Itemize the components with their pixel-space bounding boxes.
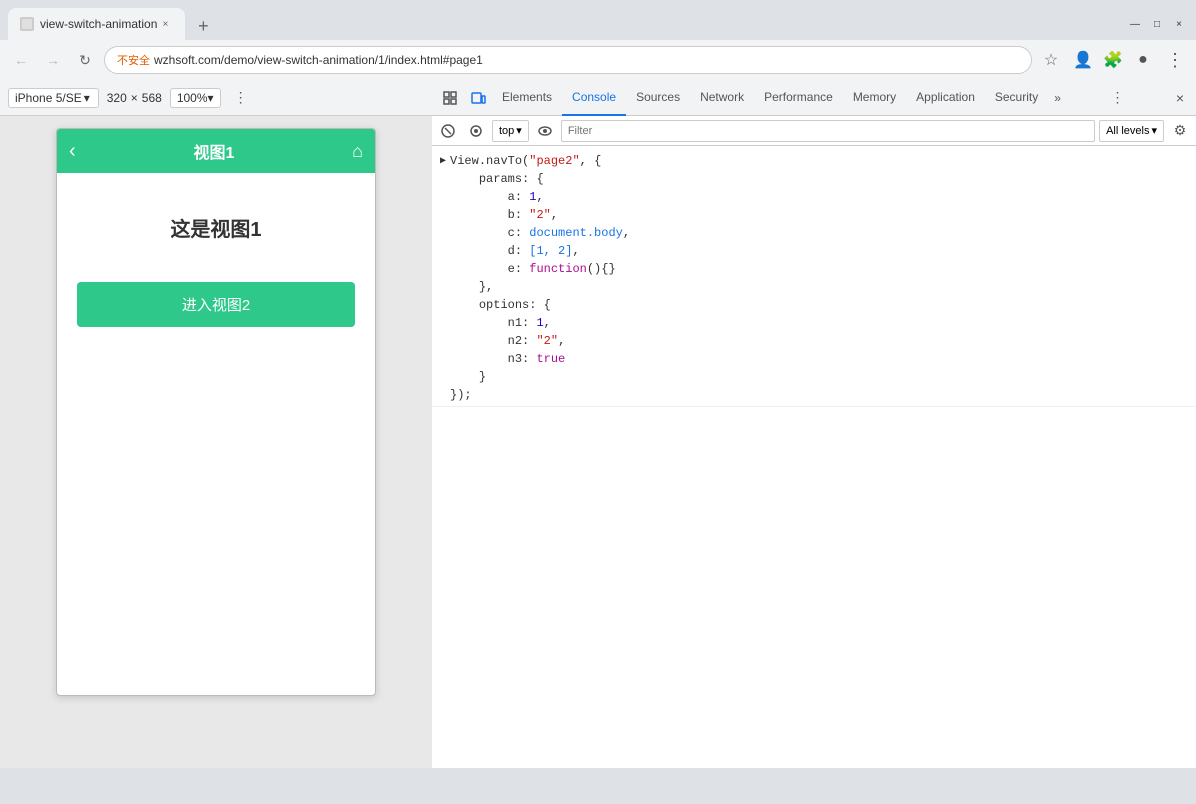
inspect-element-button[interactable] [436,84,464,112]
phone-view-label: 这是视图1 [77,213,355,242]
console-clear-button[interactable] [436,119,460,143]
console-settings-button[interactable]: ⚙ [1168,119,1192,143]
console-output: ▶ View.navTo("page2", { params: { a: 1, … [432,146,1196,768]
device-selector[interactable]: iPhone 5/SE ▾ [8,88,99,108]
devtools-menu-button[interactable]: ⋮ [1105,86,1129,110]
browser-tab[interactable]: view-switch-animation × [8,8,185,40]
devtools-close-button[interactable]: × [1168,86,1192,110]
main-layout: iPhone 5/SE ▾ 320 × 568 100% ▾ ⋮ ‹ 视图1 ⌂ [0,80,1196,768]
address-actions: 👤 🧩 ● [1070,47,1156,73]
console-filter-input[interactable] [561,120,1095,142]
phone-content: 这是视图1 进入视图2 [57,173,375,347]
tab-bar: view-switch-animation × + [8,8,1118,40]
maximize-button[interactable]: □ [1148,15,1166,33]
device-mode-button[interactable] [464,84,492,112]
dimension-x: × [131,91,138,105]
context-selector[interactable]: top ▾ [492,120,529,142]
devtools-panel: Elements Console Sources Network Perform… [432,80,1196,768]
phone-navbar: ‹ 视图1 ⌂ [57,129,375,173]
zoom-chevron-icon: ▾ [208,91,214,105]
preview-panel: iPhone 5/SE ▾ 320 × 568 100% ▾ ⋮ ‹ 视图1 ⌂ [0,80,432,768]
title-bar: view-switch-animation × + — □ × [0,0,1196,40]
context-value: top [499,125,514,137]
close-window-button[interactable]: × [1170,15,1188,33]
console-log-entry: ▶ View.navTo("page2", { params: { a: 1, … [432,150,1196,407]
user-profile-button[interactable]: 👤 [1070,47,1096,73]
height-value: 568 [142,91,162,105]
devtools-tab-bar: Elements Console Sources Network Perform… [432,80,1196,116]
tab-title: view-switch-animation [40,17,157,31]
phone-home-icon[interactable]: ⌂ [352,141,363,162]
eye-filter-button[interactable] [533,119,557,143]
tab-performance[interactable]: Performance [754,80,843,116]
device-name: iPhone 5/SE [15,91,82,105]
phone-view-title: 视图1 [76,139,352,163]
tab-memory[interactable]: Memory [843,80,906,116]
profile-circle-button[interactable]: ● [1130,47,1156,73]
tab-sources[interactable]: Sources [626,80,690,116]
refresh-button[interactable]: ↻ [72,47,98,73]
expand-arrow-icon[interactable]: ▶ [440,154,446,169]
log-level-value: All levels [1106,125,1149,137]
device-toolbar: iPhone 5/SE ▾ 320 × 568 100% ▾ ⋮ [0,80,432,116]
tab-application[interactable]: Application [906,80,985,116]
phone-nav-button[interactable]: 进入视图2 [77,282,355,327]
window-controls: — □ × [1126,15,1188,33]
width-value: 320 [107,91,127,105]
more-tabs-button[interactable]: » [1048,85,1067,111]
context-chevron-icon: ▾ [516,124,522,137]
tab-close-button[interactable]: × [157,16,173,32]
console-toolbar: top ▾ All levels ▾ ⚙ [432,116,1196,146]
phone-frame: ‹ 视图1 ⌂ 这是视图1 进入视图2 [56,128,376,696]
console-code-block: View.navTo("page2", { params: { a: 1, b:… [450,152,630,404]
zoom-value: 100% [177,91,208,105]
log-level-selector[interactable]: All levels ▾ [1099,120,1164,142]
tab-network[interactable]: Network [690,80,754,116]
minimize-button[interactable]: — [1126,15,1144,33]
tab-security[interactable]: Security [985,80,1048,116]
address-bar: ← → ↻ 不安全 wzhsoft.com/demo/view-switch-a… [0,40,1196,80]
back-button[interactable]: ← [8,47,34,73]
forward-button[interactable]: → [40,47,66,73]
preserve-log-button[interactable] [464,119,488,143]
log-level-chevron-icon: ▾ [1151,124,1157,137]
security-indicator: 不安全 [117,52,150,68]
tab-elements[interactable]: Elements [492,80,562,116]
address-input[interactable]: 不安全 wzhsoft.com/demo/view-switch-animati… [104,46,1032,74]
tab-favicon [20,17,34,31]
zoom-selector[interactable]: 100% ▾ [170,88,221,108]
dimension-display: 320 × 568 [107,91,162,105]
bookmark-button[interactable]: ☆ [1038,47,1064,73]
tab-console[interactable]: Console [562,80,626,116]
device-more-button[interactable]: ⋮ [229,86,253,110]
extension-button[interactable]: 🧩 [1100,47,1126,73]
phone-preview-area: ‹ 视图1 ⌂ 这是视图1 进入视图2 [0,116,432,708]
browser-more-button[interactable]: ⋮ [1162,47,1188,73]
device-chevron-icon: ▾ [84,91,90,105]
phone-back-icon[interactable]: ‹ [69,140,76,163]
url-text: wzhsoft.com/demo/view-switch-animation/1… [154,53,483,67]
new-tab-button[interactable]: + [189,12,217,40]
